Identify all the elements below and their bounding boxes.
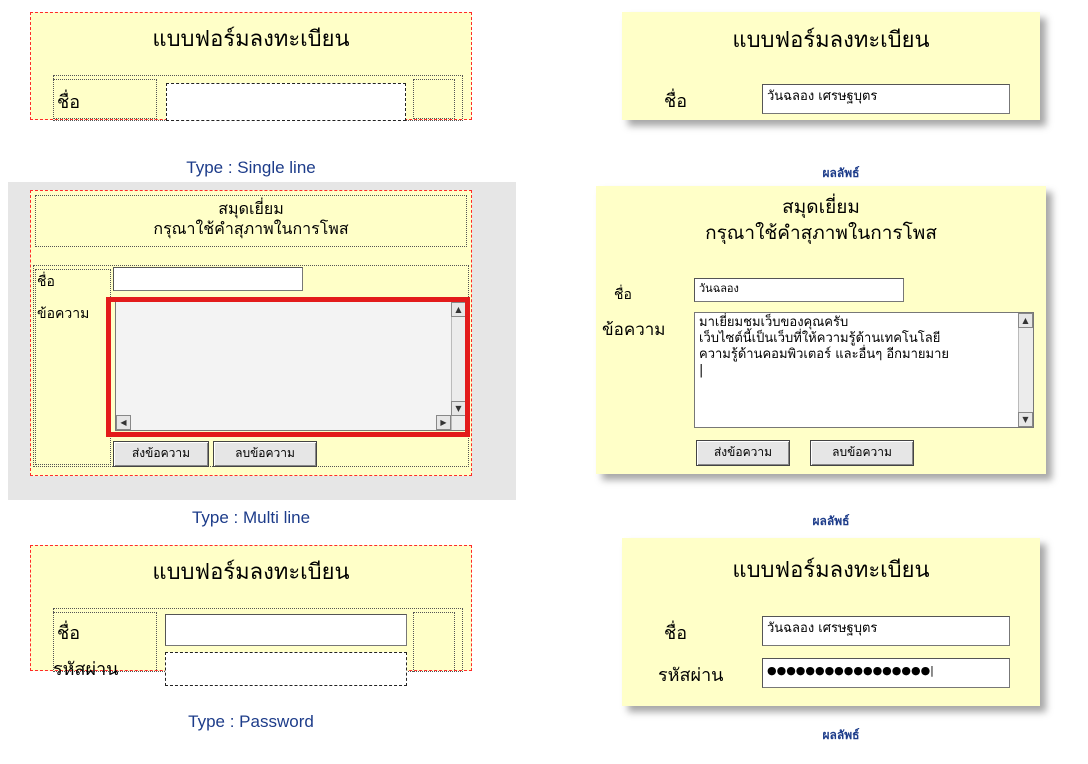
password-input[interactable]: ●●●●●●●●●●●●●●●●●| — [762, 658, 1010, 688]
password-design-panel: แบบฟอร์มลงทะเบียน ชื่อ รหัสผ่าน — [30, 545, 472, 686]
password-label: รหัสผ่าน — [53, 659, 119, 680]
send-button[interactable]: ส่งข้อความ — [696, 440, 790, 466]
name-input[interactable]: วันฉลอง เศรษฐบุตร — [762, 84, 1010, 114]
caption-single: Type : Single line — [186, 158, 316, 177]
name-label: ชื่อ — [614, 287, 632, 303]
name-label: ชื่อ — [664, 623, 688, 644]
form-title: แบบฟอร์มลงทะเบียน — [152, 27, 350, 52]
clear-button[interactable]: ลบข้อความ — [213, 441, 317, 467]
result-caption: ผลลัพธ์ — [812, 514, 850, 528]
form-title: แบบฟอร์มลงทะเบียน — [732, 558, 930, 583]
textarea-highlight — [106, 297, 470, 437]
scroll-down-icon[interactable]: ▼ — [1018, 412, 1033, 427]
spacer-cell — [413, 79, 455, 119]
clear-button[interactable]: ลบข้อความ — [810, 440, 914, 466]
message-label: ข้อความ — [602, 320, 666, 340]
message-label: ข้อความ — [37, 306, 90, 322]
scroll-up-icon[interactable]: ▲ — [1018, 313, 1033, 328]
password-label: รหัสผ่าน — [658, 665, 724, 686]
name-label: ชื่อ — [664, 91, 688, 112]
guestbook-subtitle: กรุณาใช้คำสุภาพในการโพส — [153, 219, 349, 238]
spacer-cell — [413, 612, 455, 672]
form-title: แบบฟอร์มลงทะเบียน — [152, 560, 350, 585]
guestbook-subtitle: กรุณาใช้คำสุภาพในการโพส — [705, 222, 937, 244]
single-design-panel: แบบฟอร์มลงทะเบียน ชื่อ — [30, 12, 472, 121]
form-title: แบบฟอร์มลงทะเบียน — [732, 28, 930, 53]
vertical-scrollbar[interactable] — [1018, 313, 1033, 427]
send-button[interactable]: ส่งข้อความ — [113, 441, 209, 467]
name-input[interactable] — [165, 614, 407, 646]
password-result-panel: แบบฟอร์มลงทะเบียน ชื่อ วันฉลอง เศรษฐบุตร… — [622, 538, 1040, 706]
result-caption: ผลลัพธ์ — [822, 166, 860, 180]
name-input[interactable] — [113, 267, 303, 291]
name-label: ชื่อ — [57, 92, 81, 113]
name-label: ชื่อ — [57, 623, 81, 644]
multi-result-panel: สมุดเยี่ยม กรุณาใช้คำสุภาพในการโพส ชื่อ … — [596, 186, 1046, 474]
single-result-panel: แบบฟอร์มลงทะเบียน ชื่อ วันฉลอง เศรษฐบุตร — [622, 12, 1040, 120]
message-textarea[interactable]: มาเยี่ยมชมเว็บของคุณครับ เว็บไซต์นี้เป็น… — [694, 312, 1034, 428]
caption-multi: Type : Multi line — [191, 508, 311, 527]
name-input[interactable]: วันฉลอง — [694, 278, 904, 302]
result-caption: ผลลัพธ์ — [822, 728, 860, 742]
caption-password: Type : Password — [188, 712, 314, 731]
name-label: ชื่อ — [37, 274, 55, 290]
label-column — [35, 269, 111, 465]
guestbook-title: สมุดเยี่ยม — [218, 199, 284, 218]
name-input[interactable] — [166, 83, 406, 121]
name-input[interactable]: วันฉลอง เศรษฐบุตร — [762, 616, 1010, 646]
password-input[interactable] — [165, 652, 407, 686]
